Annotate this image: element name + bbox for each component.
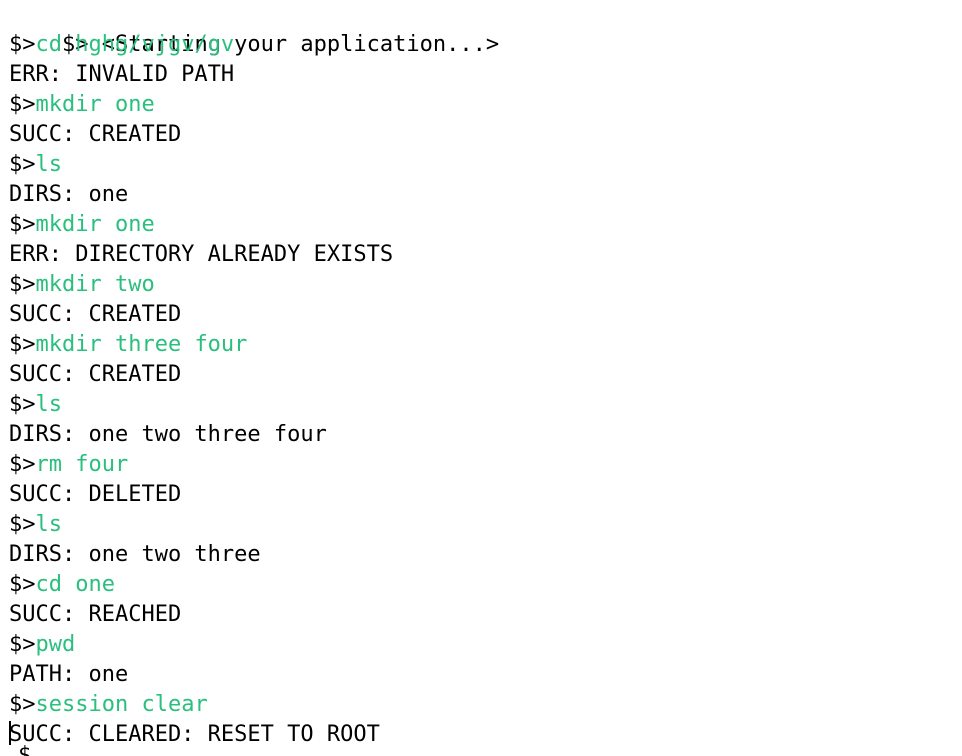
input-prompt-line[interactable]: $ [9, 741, 31, 756]
banner-line: $> <Starting your application...> [0, 0, 962, 57]
command-line: $>ls [0, 150, 962, 180]
output-text: DIRS: one [9, 182, 129, 207]
output-line: DIRS: one [0, 180, 962, 210]
output-line: DIRS: one two three four [0, 420, 962, 450]
terminal-window[interactable]: $> <Starting your application...> $>cd h… [0, 0, 962, 756]
output-text: SUCC: CREATED [9, 122, 182, 147]
command-text: mkdir one [35, 212, 155, 237]
prompt: $> [9, 152, 36, 177]
output-text: ERR: INVALID PATH [9, 62, 235, 87]
final-prompt: $ [18, 743, 32, 756]
prompt: $> [9, 92, 36, 117]
output-text: SUCC: DELETED [9, 482, 182, 507]
command-text: cd hghg/vjgv/gv [35, 32, 235, 57]
output-text: SUCC: CREATED [9, 302, 182, 327]
command-text: ls [35, 392, 63, 417]
output-text: PATH: one [9, 662, 129, 687]
command-line: $>cd one [0, 570, 962, 600]
output-line: SUCC: CREATED [0, 300, 962, 330]
output-text: ERR: DIRECTORY ALREADY EXISTS [9, 242, 394, 267]
command-text: ls [35, 512, 63, 537]
command-text: session clear [35, 692, 208, 717]
command-line: $>session clear [0, 690, 962, 720]
command-text: pwd [35, 632, 76, 657]
output-line: SUCC: CLEARED: RESET TO ROOT [0, 720, 962, 750]
command-line: $>mkdir one [0, 210, 962, 240]
command-line: $>pwd [0, 630, 962, 660]
command-text: mkdir three four [35, 332, 248, 357]
prompt: $> [9, 632, 36, 657]
output-line: SUCC: DELETED [0, 480, 962, 510]
command-line: $>ls [0, 510, 962, 540]
output-line: SUCC: CREATED [0, 360, 962, 390]
output-text: SUCC: CREATED [9, 362, 182, 387]
output-line: DIRS: one two three [0, 540, 962, 570]
output-text: DIRS: one two three [9, 542, 261, 567]
output-line: SUCC: REACHED [0, 600, 962, 630]
command-line: $>mkdir one [0, 90, 962, 120]
command-line: $>rm four [0, 450, 962, 480]
output-line: SUCC: CREATED [0, 120, 962, 150]
prompt: $> [9, 212, 36, 237]
command-text: cd one [35, 572, 115, 597]
prompt: $> [9, 452, 36, 477]
prompt: $> [9, 392, 36, 417]
command-line: $>mkdir three four [0, 330, 962, 360]
output-line: PATH: one [0, 660, 962, 690]
output-text: DIRS: one two three four [9, 422, 327, 447]
prompt: $> [9, 332, 36, 357]
command-line: $>mkdir two [0, 270, 962, 300]
prompt: $> [9, 512, 36, 537]
command-text: ls [35, 152, 63, 177]
prompt: $> [9, 272, 36, 297]
output-text: SUCC: REACHED [9, 602, 182, 627]
command-text: mkdir two [35, 272, 155, 297]
output-line: ERR: INVALID PATH [0, 60, 962, 90]
command-text: mkdir one [35, 92, 155, 117]
prompt: $> [9, 572, 36, 597]
prompt: $> [9, 32, 36, 57]
prompt: $> [9, 692, 36, 717]
command-line: $>ls [0, 390, 962, 420]
command-text: rm four [35, 452, 129, 477]
output-text: SUCC: CLEARED: RESET TO ROOT [9, 722, 380, 747]
output-line: ERR: DIRECTORY ALREADY EXISTS [0, 240, 962, 270]
